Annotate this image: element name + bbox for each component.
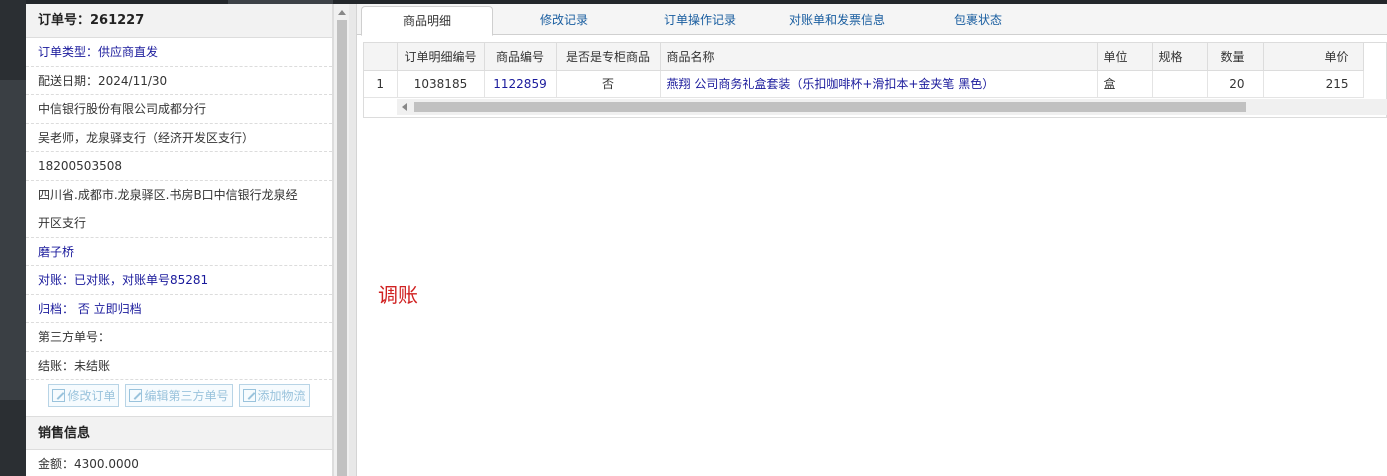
tab-package-status[interactable]: 包裹状态 <box>923 6 1033 36</box>
detail-area: 商品明细 修改记录 订单操作记录 对账单和发票信息 包裹状态 订单明细编号 商品… <box>357 4 1387 476</box>
scrollbar-thumb[interactable] <box>337 20 347 476</box>
cell-quantity: 20 <box>1207 70 1264 98</box>
edit-icon <box>129 388 143 402</box>
col-header-is-counter[interactable]: 是否是专柜商品 <box>556 43 661 71</box>
col-header-spec[interactable]: 规格 <box>1152 43 1208 71</box>
address-line-2: 开区支行 <box>38 215 87 230</box>
scroll-up-icon[interactable] <box>338 10 346 15</box>
horizontal-scrollbar-thumb[interactable] <box>414 102 1246 112</box>
contact-person: 吴老师，龙泉驿支行（经济开发区支行） <box>26 124 332 152</box>
delivery-date: 配送日期：2024/11/30 <box>26 67 332 95</box>
edit-order-label: 修改订单 <box>67 388 116 403</box>
left-panel-scrollbar[interactable] <box>333 4 349 476</box>
tab-bar: 商品明细 修改记录 订单操作记录 对账单和发票信息 包裹状态 <box>357 4 1387 36</box>
app-window: 订单号：261227 订单类型：供应商直发 配送日期：2024/11/30 中信… <box>0 0 1387 476</box>
order-type: 订单类型：供应商直发 <box>26 38 332 67</box>
contact-phone: 18200503508 <box>26 152 332 181</box>
sales-info-header: 销售信息 <box>26 416 332 450</box>
sales-amount: 金额：4300.0000 <box>26 450 332 476</box>
location-link[interactable]: 磨子桥 <box>26 238 332 266</box>
adjust-account-label[interactable]: 调账 <box>378 279 418 308</box>
cell-detail-no: 1038185 <box>397 70 485 98</box>
edit-order-button[interactable]: 修改订单 <box>48 383 120 407</box>
grid-horizontal-scrollbar[interactable] <box>397 99 1387 115</box>
col-header-product-name[interactable]: 商品名称 <box>660 43 1098 71</box>
company-name: 中信银行股份有限公司成都分行 <box>26 95 332 124</box>
table-row[interactable]: 1 1038185 1122859 否 燕翔 公司商务礼盒套装（乐扣咖啡杯+滑扣… <box>364 70 1364 98</box>
add-logistics-label: 添加物流 <box>257 388 306 403</box>
cell-is-counter: 否 <box>556 70 661 98</box>
left-edge-strip <box>0 0 26 476</box>
tab-reconcile-invoice[interactable]: 对账单和发票信息 <box>769 6 905 36</box>
col-header-unit[interactable]: 单位 <box>1097 43 1153 71</box>
edit-icon <box>242 388 256 402</box>
cell-product-name-link[interactable]: 燕翔 公司商务礼盒套装（乐扣咖啡杯+滑扣本+金夹笔 黑色） <box>660 70 1098 98</box>
cell-product-code-link[interactable]: 1122859 <box>484 70 557 98</box>
grid-header-row: 订单明细编号 商品编号 是否是专柜商品 商品名称 单位 规格 数量 单价 <box>364 43 1364 71</box>
edit-icon <box>52 388 66 402</box>
cell-unit: 盒 <box>1097 70 1153 98</box>
edit-third-party-label: 编辑第三方单号 <box>144 388 229 403</box>
reconcile-status[interactable]: 对账：已对账，对账单号85281 <box>26 266 332 295</box>
cell-spec <box>1152 70 1208 98</box>
col-header-product-code[interactable]: 商品编号 <box>484 43 557 71</box>
delivery-address: 四川省.成都市.龙泉驿区.书房B口中信银行龙泉经 开区支行 <box>26 181 332 238</box>
col-header-index <box>364 43 398 71</box>
panel-splitter[interactable] <box>349 4 357 476</box>
cell-unit-price: 215 <box>1263 70 1364 98</box>
col-header-unit-price[interactable]: 单价 <box>1263 43 1364 71</box>
order-info-panel: 订单号：261227 订单类型：供应商直发 配送日期：2024/11/30 中信… <box>26 4 333 476</box>
product-grid: 订单明细编号 商品编号 是否是专柜商品 商品名称 单位 规格 数量 单价 1 1… <box>363 42 1387 118</box>
address-line-1: 四川省.成都市.龙泉驿区.书房B口中信银行龙泉经 <box>38 187 298 202</box>
order-actions: 修改订单 编辑第三方单号 添加物流 <box>26 380 332 410</box>
edit-third-party-button[interactable]: 编辑第三方单号 <box>125 383 233 407</box>
tab-product-detail[interactable]: 商品明细 <box>361 6 493 36</box>
row-index: 1 <box>364 70 398 98</box>
tab-order-operation-log[interactable]: 订单操作记录 <box>637 6 763 36</box>
add-logistics-button[interactable]: 添加物流 <box>238 383 310 407</box>
archive-status[interactable]: 归档： 否 立即归档 <box>26 295 332 323</box>
settlement-status: 结账：未结账 <box>26 352 332 380</box>
order-number: 订单号：261227 <box>26 4 332 38</box>
tab-modify-log[interactable]: 修改记录 <box>507 6 621 36</box>
scroll-left-icon[interactable] <box>402 103 407 111</box>
third-party-number: 第三方单号： <box>26 323 332 352</box>
col-header-detail-no[interactable]: 订单明细编号 <box>397 43 485 71</box>
col-header-quantity[interactable]: 数量 <box>1207 43 1264 71</box>
